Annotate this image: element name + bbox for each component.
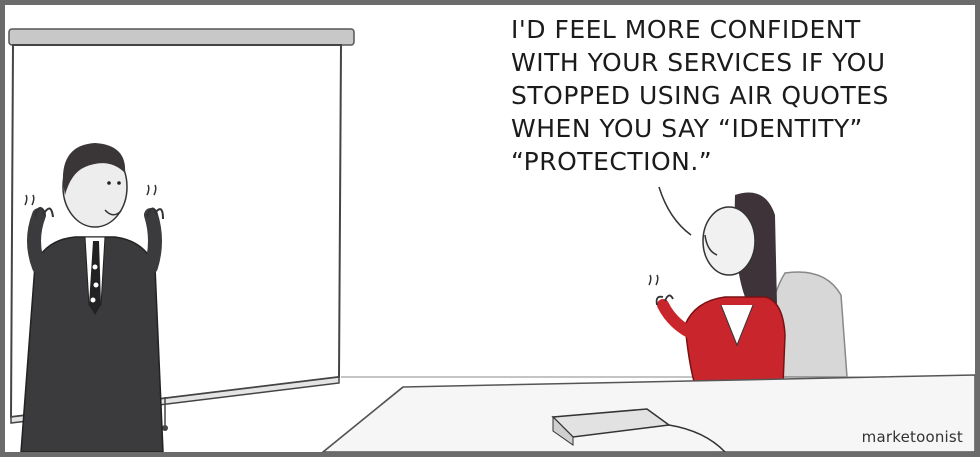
speech-caption: I'D FEEL MORE CONFIDENT WITH YOUR SERVIC… xyxy=(511,13,931,178)
woman-in-red-jacket xyxy=(648,186,786,386)
speech-line: WHEN YOU SAY “IDENTITY” xyxy=(511,114,863,143)
speech-line: STOPPED USING AIR QUOTES xyxy=(511,81,889,110)
speech-line: WITH YOUR SERVICES IF YOU xyxy=(511,48,886,77)
marketoonist-watermark: marketoonist xyxy=(861,428,963,446)
speech-line: “PROTECTION.” xyxy=(511,147,713,176)
speech-line: I'D FEEL MORE CONFIDENT xyxy=(511,15,861,44)
cartoon-frame: I'D FEEL MORE CONFIDENT WITH YOUR SERVIC… xyxy=(0,0,980,457)
